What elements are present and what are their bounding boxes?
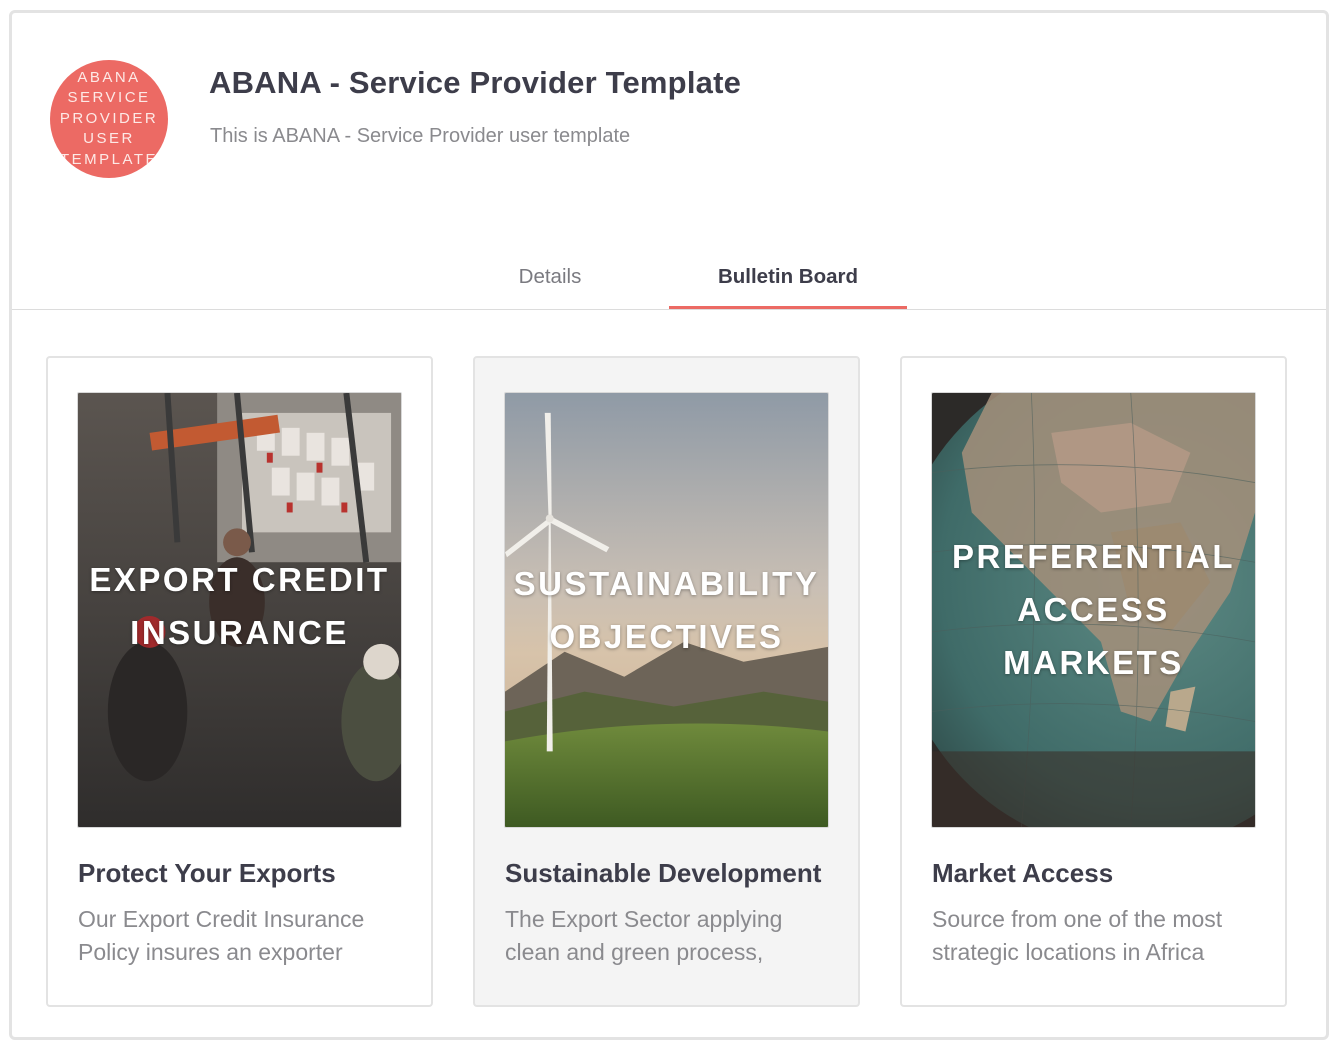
card-description: The Export Sector applying clean and gre… xyxy=(505,906,783,965)
caption-line: ACCESS xyxy=(1017,591,1170,628)
caption-line: MARKETS xyxy=(1003,644,1184,681)
card-image-caption: EXPORT CREDIT INSURANCE xyxy=(78,553,401,659)
logo-line: ABANA xyxy=(77,68,141,86)
card-image-wind-turbine: SUSTAINABILITY OBJECTIVES xyxy=(504,392,829,828)
caption-line: EXPORT CREDIT xyxy=(89,561,390,598)
logo-line: TEMPLATE xyxy=(59,150,159,168)
card-title: Protect Your Exports xyxy=(78,858,336,888)
caption-line: PREFERENTIAL xyxy=(951,538,1235,575)
page-frame: ABANA SERVICE PROVIDER USER TEMPLATE ABA… xyxy=(9,10,1329,1040)
profile-logo: ABANA SERVICE PROVIDER USER TEMPLATE xyxy=(50,60,168,178)
card-title: Sustainable Development xyxy=(505,858,822,888)
card-description: Our Export Credit Insurance Policy insur… xyxy=(78,906,365,965)
logo-line: PROVIDER xyxy=(59,109,159,127)
logo-line: SERVICE xyxy=(67,89,151,107)
card-image-caption: SUSTAINABILITY OBJECTIVES xyxy=(505,557,828,663)
card-image-globe: PREFERENTIAL ACCESS MARKETS xyxy=(931,392,1256,828)
bulletin-card-sustainability[interactable]: SUSTAINABILITY OBJECTIVES Sustainable De… xyxy=(473,356,860,1007)
tab-details[interactable]: Details xyxy=(490,249,610,309)
bulletin-card-export-credit[interactable]: EXPORT CREDIT INSURANCE Protect Your Exp… xyxy=(46,356,433,1007)
caption-line: OBJECTIVES xyxy=(549,618,784,655)
caption-line: SUSTAINABILITY xyxy=(513,565,820,602)
card-image-warehouse: EXPORT CREDIT INSURANCE xyxy=(77,392,402,828)
card-image-caption: PREFERENTIAL ACCESS MARKETS xyxy=(932,530,1255,689)
page-subtitle: This is ABANA - Service Provider user te… xyxy=(210,125,631,147)
logo-line: USER xyxy=(83,130,135,148)
card-description: Source from one of the most strategic lo… xyxy=(932,906,1223,965)
tab-bar: Details Bulletin Board xyxy=(12,249,1326,310)
page-title: ABANA - Service Provider Template xyxy=(209,65,742,100)
tab-bulletin-board[interactable]: Bulletin Board xyxy=(669,249,907,309)
caption-line: INSURANCE xyxy=(130,614,349,651)
card-title: Market Access xyxy=(932,858,1114,888)
bulletin-card-market-access[interactable]: PREFERENTIAL ACCESS MARKETS Market Acces… xyxy=(900,356,1287,1007)
